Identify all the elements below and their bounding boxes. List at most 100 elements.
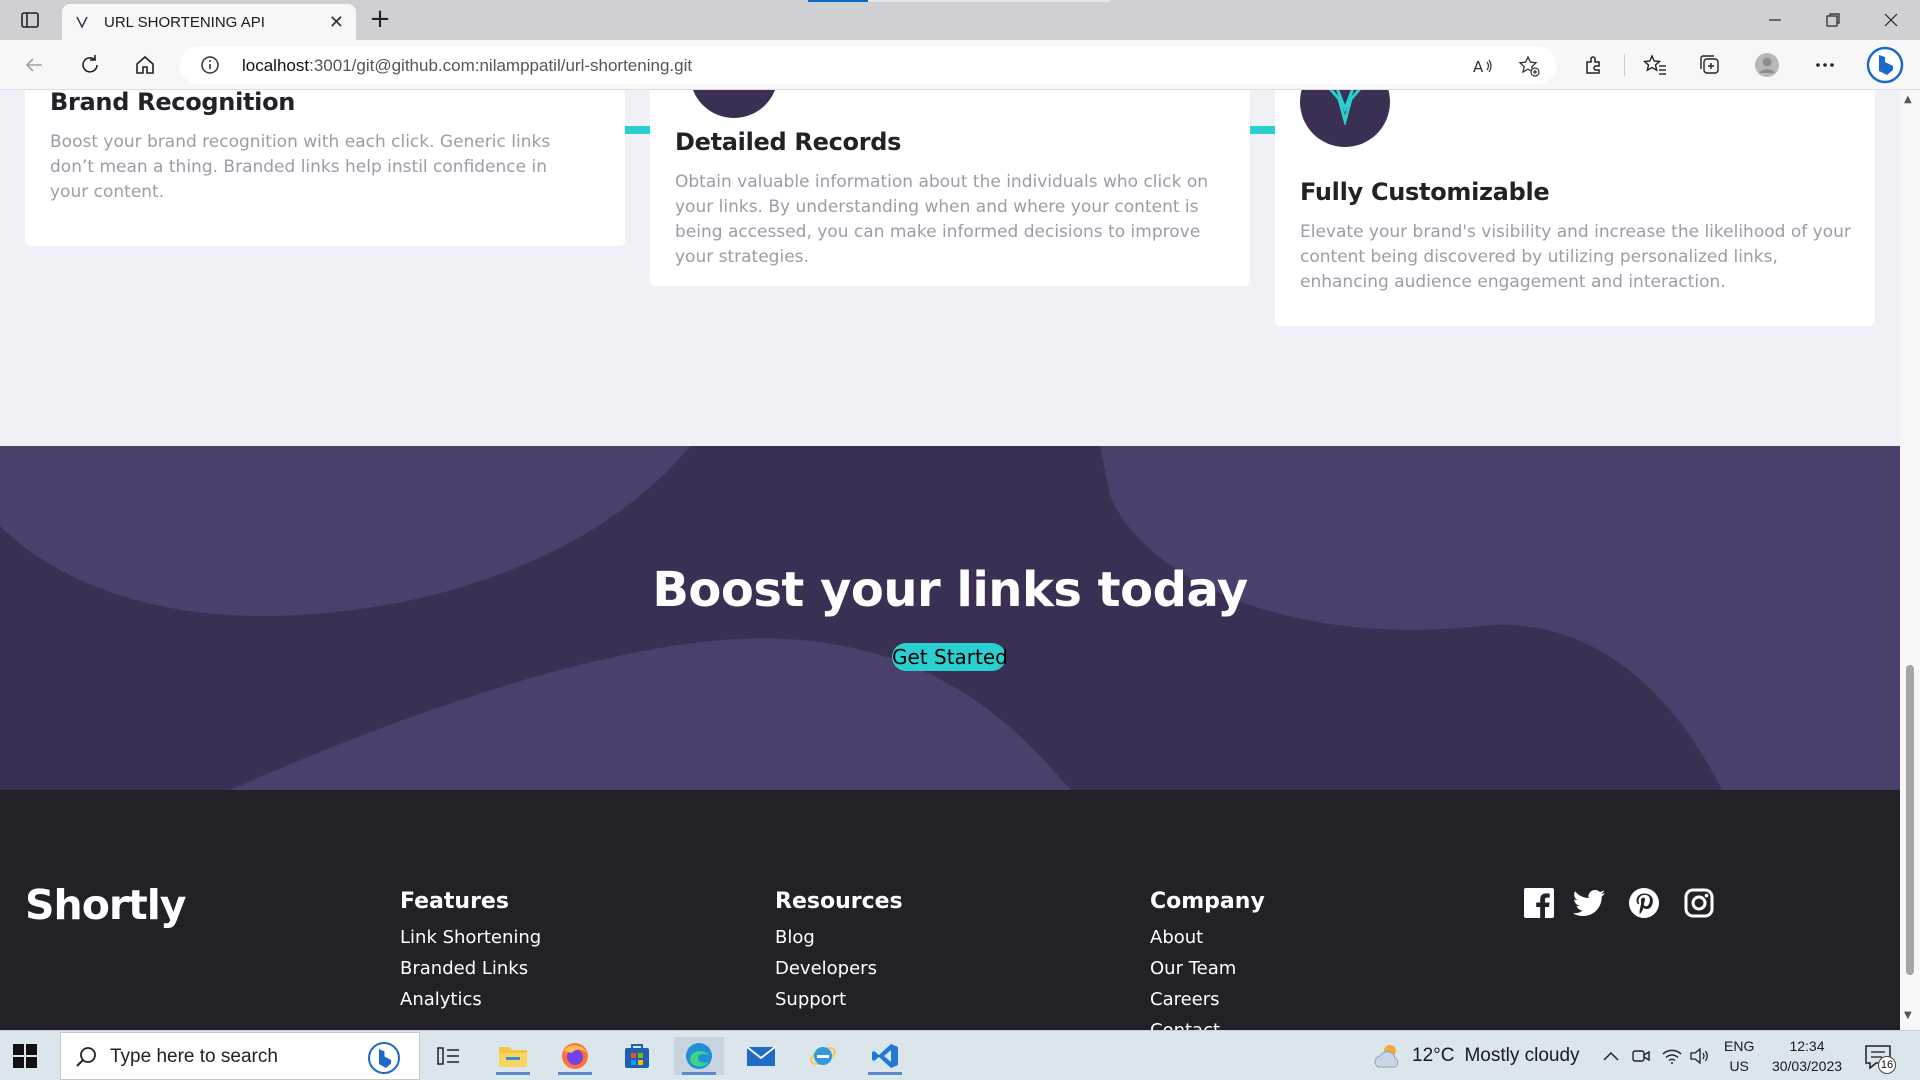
tab-indicator (808, 0, 868, 2)
wifi-icon[interactable] (1661, 1045, 1683, 1067)
weather-temperature: 12°C (1412, 1045, 1455, 1066)
firefox-icon[interactable] (550, 1037, 600, 1075)
task-view-icon[interactable] (424, 1037, 474, 1075)
chart-icon (690, 90, 778, 118)
pinterest-icon[interactable] (1628, 887, 1660, 919)
footer-link-analytics[interactable]: Analytics (400, 984, 541, 1015)
feature-card-detailed-records: Detailed Records Obtain valuable informa… (650, 90, 1250, 286)
new-tab-button[interactable]: + (366, 6, 394, 34)
scroll-thumb[interactable] (1906, 665, 1914, 975)
footer-column-features: Features Link Shortening Branded Links A… (400, 889, 541, 1015)
toolbar-separator (1624, 54, 1625, 76)
footer-column-heading: Features (400, 889, 509, 914)
boost-section: Boost your links today Get Started (0, 446, 1900, 790)
favorites-icon[interactable] (1641, 51, 1669, 79)
collections-icon[interactable] (1696, 51, 1724, 79)
feature-card-text: Boost your brand recognition with each c… (50, 132, 551, 202)
footer-link-about[interactable]: About (1150, 922, 1265, 953)
footer-column-heading: Company (1150, 889, 1265, 914)
footer-link-contact[interactable]: Contact (1150, 1015, 1265, 1030)
footer-link-careers[interactable]: Careers (1150, 984, 1265, 1015)
vscode-icon[interactable] (860, 1037, 910, 1075)
boost-title: Boost your links today (652, 562, 1248, 618)
volume-icon[interactable] (1689, 1045, 1711, 1067)
close-window-icon[interactable] (1868, 6, 1914, 34)
svg-text:A: A (1473, 58, 1484, 76)
instagram-icon[interactable] (1683, 887, 1715, 919)
scroll-down-icon[interactable]: ▼ (1904, 1010, 1912, 1021)
tab-close-icon[interactable]: ✕ (329, 12, 344, 33)
restore-icon[interactable] (1810, 6, 1856, 34)
running-indicator (496, 1072, 530, 1075)
running-indicator (868, 1072, 902, 1075)
refresh-icon[interactable] (76, 51, 104, 79)
file-explorer-icon[interactable] (488, 1037, 538, 1075)
windows-start-icon[interactable] (12, 1043, 38, 1069)
card-connector (1250, 126, 1275, 134)
internet-explorer-icon[interactable] (798, 1037, 848, 1075)
meet-now-icon[interactable] (1630, 1045, 1652, 1067)
weather-description: Mostly cloudy (1464, 1045, 1580, 1066)
page-scrollbar[interactable]: ▲ ▼ (1900, 90, 1920, 1030)
feature-card-text: Elevate your brand's visibility and incr… (1300, 222, 1851, 292)
footer: Shortly Features Link Shortening Branded… (0, 790, 1900, 1030)
footer-link-blog[interactable]: Blog (775, 922, 903, 953)
footer-column-company: Company About Our Team Careers Contact (1150, 889, 1265, 1030)
tab-actions-icon[interactable] (14, 8, 46, 32)
taskbar-search-input[interactable]: Type here to search (60, 1032, 420, 1080)
notification-count-badge: 16 (1878, 1056, 1896, 1074)
page-content: Brand Recognition Boost your brand recog… (0, 90, 1900, 1030)
more-options-icon[interactable] (1811, 51, 1839, 79)
cloudy-weather-icon (1374, 1045, 1399, 1068)
browser-tab-bar: URL SHORTENING API ✕ + (0, 0, 1920, 40)
clock-time: 12:34 (1789, 1038, 1825, 1054)
tab-favicon-icon (76, 16, 88, 29)
profile-avatar-icon[interactable] (1753, 51, 1781, 79)
tab-title: URL SHORTENING API (104, 13, 265, 31)
extensions-icon[interactable] (1580, 51, 1608, 79)
site-info-icon[interactable] (200, 55, 220, 75)
language-indicator[interactable]: ENG US (1724, 1036, 1754, 1076)
tab-indicator-track (868, 0, 1110, 2)
footer-column-resources: Resources Blog Developers Support (775, 889, 903, 1015)
feature-card-title: Fully Customizable (1300, 178, 1550, 206)
footer-link-our-team[interactable]: Our Team (1150, 953, 1265, 984)
footer-logo[interactable]: Shortly (25, 881, 186, 929)
browser-tab[interactable]: URL SHORTENING API ✕ (62, 4, 356, 40)
read-aloud-icon[interactable]: A (1472, 55, 1494, 77)
facebook-icon[interactable] (1523, 887, 1555, 919)
card-connector (625, 126, 650, 134)
address-bar[interactable]: localhost:3001/git@github.com:nilamppati… (180, 46, 1556, 84)
search-placeholder: Type here to search (110, 1046, 278, 1067)
mail-icon[interactable] (736, 1037, 786, 1075)
footer-column-heading: Resources (775, 889, 903, 914)
feature-card-title: Detailed Records (675, 128, 902, 156)
bing-chat-icon[interactable] (1866, 46, 1904, 84)
chevron-up-icon[interactable] (1600, 1045, 1622, 1067)
footer-link-support[interactable]: Support (775, 984, 903, 1015)
url-path: :3001/git@github.com:nilamppatil/url-sho… (309, 56, 693, 75)
minimize-icon[interactable] (1752, 6, 1798, 34)
feature-card-brand-recognition: Brand Recognition Boost your brand recog… (25, 90, 625, 246)
brush-icon (1300, 90, 1390, 147)
weather-widget[interactable]: 12°C Mostly cloudy (1372, 1041, 1580, 1071)
feature-card-text: Obtain valuable information about the in… (675, 172, 1209, 267)
footer-link-branded-links[interactable]: Branded Links (400, 953, 541, 984)
add-favorite-icon[interactable] (1518, 55, 1540, 77)
scroll-up-icon[interactable]: ▲ (1904, 94, 1912, 105)
feature-card-title: Brand Recognition (50, 90, 296, 116)
get-started-button[interactable]: Get Started (892, 643, 1008, 671)
language-code: ENG (1724, 1038, 1755, 1054)
microsoft-store-icon[interactable] (612, 1037, 662, 1075)
footer-link-developers[interactable]: Developers (775, 953, 903, 984)
twitter-icon[interactable] (1573, 887, 1605, 919)
windows-taskbar: Type here to search 12°C Mostly cloudy E… (0, 1030, 1920, 1080)
home-icon[interactable] (131, 51, 159, 79)
edge-browser-icon[interactable] (674, 1037, 724, 1075)
footer-link-link-shortening[interactable]: Link Shortening (400, 922, 541, 953)
region-code: US (1729, 1058, 1749, 1074)
back-icon[interactable] (20, 51, 48, 79)
system-clock[interactable]: 12:34 30/03/2023 (1762, 1036, 1852, 1076)
bing-search-icon[interactable] (367, 1041, 401, 1075)
url-text[interactable]: localhost:3001/git@github.com:nilamppati… (242, 56, 692, 76)
